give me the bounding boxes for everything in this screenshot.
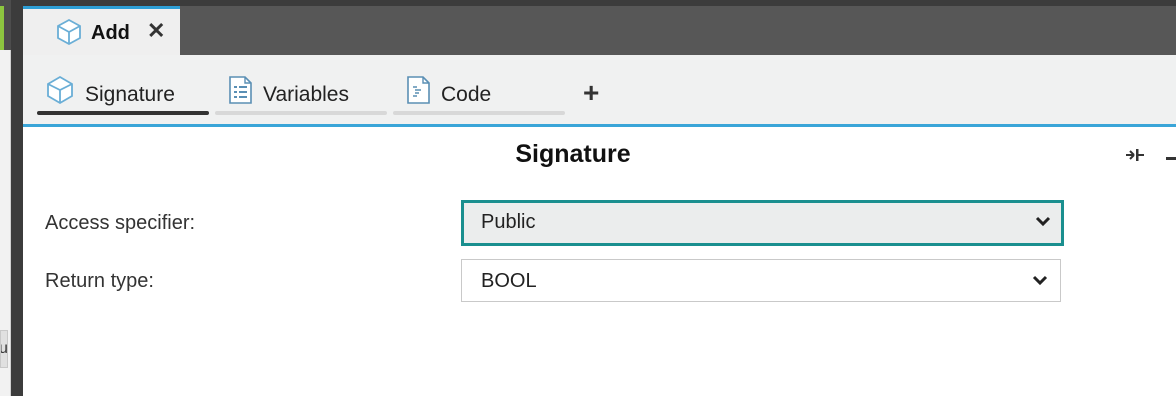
cube-icon bbox=[57, 18, 81, 46]
chevron-down-icon bbox=[1032, 275, 1048, 286]
code-document-icon bbox=[407, 76, 430, 104]
signature-panel: Signature Access specifier: Public Retur… bbox=[23, 130, 1176, 396]
tab-signature[interactable]: Signature bbox=[37, 55, 209, 115]
pin-icon[interactable] bbox=[1124, 146, 1146, 164]
panel-splitter[interactable] bbox=[11, 0, 23, 396]
return-type-select[interactable]: BOOL bbox=[461, 259, 1061, 302]
list-document-icon bbox=[229, 76, 252, 104]
tab-variables-label: Variables bbox=[263, 83, 349, 106]
tab-variables[interactable]: Variables bbox=[215, 55, 387, 115]
panel-title: Signature bbox=[515, 140, 631, 168]
access-specifier-select[interactable]: Public bbox=[461, 200, 1064, 246]
tab-variables-underline bbox=[215, 111, 387, 115]
document-tab-add[interactable]: Add ✕ bbox=[23, 6, 180, 55]
left-panel: u bbox=[0, 0, 11, 396]
left-panel-stub[interactable]: u bbox=[0, 330, 8, 368]
tab-code[interactable]: Code bbox=[393, 55, 565, 115]
tab-code-underline bbox=[393, 111, 565, 115]
chevron-down-icon bbox=[1035, 216, 1051, 227]
return-type-label: Return type: bbox=[45, 270, 154, 292]
return-type-value: BOOL bbox=[481, 270, 537, 292]
minimize-icon[interactable] bbox=[1166, 157, 1176, 160]
tab-signature-label: Signature bbox=[85, 83, 175, 106]
tab-code-label: Code bbox=[441, 83, 492, 106]
cube-icon bbox=[47, 75, 73, 105]
document-tab-bar: Add ✕ bbox=[23, 0, 1176, 55]
add-tab-button[interactable]: + bbox=[583, 79, 599, 107]
left-panel-header bbox=[0, 0, 11, 50]
tab-signature-underline bbox=[37, 111, 209, 115]
close-tab-icon[interactable]: ✕ bbox=[147, 20, 165, 42]
access-specifier-value: Public bbox=[481, 211, 536, 233]
editor-sub-tabs: Signature Variables Code + bbox=[23, 55, 1176, 127]
access-specifier-label: Access specifier: bbox=[45, 212, 196, 234]
document-tab-title: Add bbox=[91, 22, 130, 44]
